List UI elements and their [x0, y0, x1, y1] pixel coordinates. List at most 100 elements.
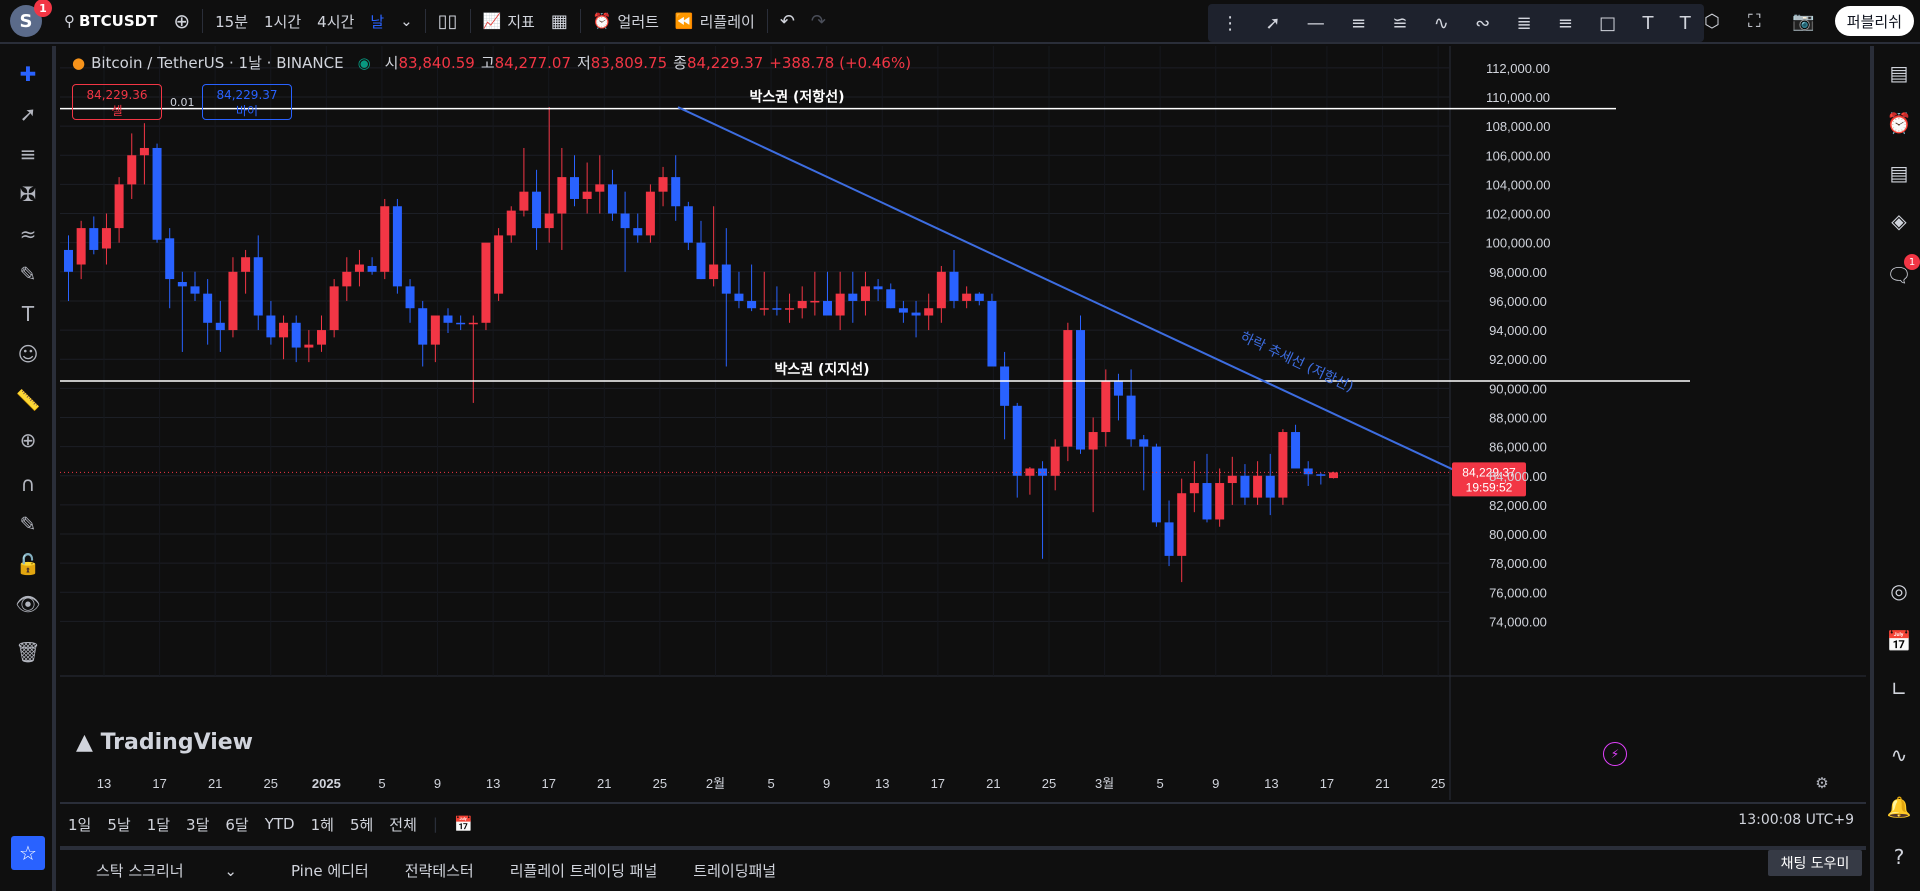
fib-icon[interactable]: ≌	[1392, 13, 1407, 34]
range-5y[interactable]: 5헤	[350, 814, 373, 835]
range-6m[interactable]: 6달	[225, 814, 248, 835]
price-tick-label: 110,000.00	[1486, 90, 1550, 105]
replay-button[interactable]: ⏪ 리플레이	[667, 0, 763, 43]
ruler-icon[interactable]: 📏	[14, 386, 42, 414]
price-tick-label: 98,000.00	[1489, 265, 1547, 280]
text-icon[interactable]: T	[1642, 13, 1653, 34]
tab-trading-panel[interactable]: 트레이딩패널	[693, 860, 776, 881]
trend-line-tool-icon[interactable]: ➚	[14, 100, 42, 128]
candle-body	[1050, 446, 1060, 476]
candle-body	[1316, 474, 1326, 476]
watchlist-icon[interactable]: ▤	[1884, 58, 1914, 88]
favorites-star-icon[interactable]: ☆	[11, 836, 45, 870]
candle-body	[1202, 483, 1212, 520]
layers-icon[interactable]: ◈	[1884, 206, 1914, 236]
zoom-in-icon[interactable]: ⊕	[14, 426, 42, 454]
candle-body	[620, 213, 630, 229]
symbol-title[interactable]: Bitcoin / TetherUS · 1날 · BINANCE	[91, 52, 343, 73]
pattern-tool-icon[interactable]: ✠	[14, 180, 42, 208]
symbol-search-button[interactable]: ⚲ BTCUSDT	[56, 0, 165, 43]
alerts-clock-icon[interactable]: ⏰	[1884, 108, 1914, 138]
range-1d[interactable]: 1일	[68, 814, 91, 835]
text-tool-icon[interactable]: T	[14, 300, 42, 328]
interval-dropdown[interactable]: ⌄	[392, 0, 421, 43]
chevron-down-icon: ⌄	[224, 862, 237, 880]
clock-timezone[interactable]: 13:00:08 UTC+9	[1738, 812, 1854, 828]
price-chart[interactable]: 박스권 (저항선)박스권 (지지선) 하락 추세선 (저항선)84,229.371…	[60, 46, 1866, 800]
chart-type-button[interactable]: ▯▯	[430, 0, 466, 43]
sell-button[interactable]: 84,229.36 셀	[72, 84, 162, 120]
settings-button[interactable]: ⬡	[1696, 0, 1728, 43]
candle-body	[291, 322, 301, 348]
price-tick-label: 100,000.00	[1485, 236, 1550, 251]
lock-icon[interactable]: 🔓	[14, 550, 42, 578]
range-1y[interactable]: 1헤	[311, 814, 334, 835]
text-plus-icon[interactable]: T	[1680, 13, 1691, 34]
fib-retracement-icon[interactable]: ≡	[14, 140, 42, 168]
redo-button[interactable]: ↷	[803, 0, 834, 43]
candle-body	[683, 206, 693, 243]
brush-icon[interactable]: ✎	[14, 260, 42, 288]
interval-1h[interactable]: 1시간	[256, 0, 309, 43]
tradingview-logo[interactable]: ▲ TradingView	[76, 730, 253, 755]
candle-body	[924, 308, 934, 316]
candle-body	[1189, 483, 1199, 494]
ruler-lines-icon[interactable]: ≣	[1516, 13, 1531, 34]
goto-date-calendar-icon[interactable]: 📅	[454, 815, 473, 833]
tab-replay-trading-panel[interactable]: 리플레이 트레이딩 패널	[510, 860, 658, 881]
user-avatar[interactable]: S 1	[10, 0, 52, 37]
horizontal-ray-icon[interactable]: —	[1307, 13, 1325, 34]
range-1m[interactable]: 1달	[147, 814, 170, 835]
target-icon[interactable]: ◎	[1884, 576, 1914, 606]
snapshot-button[interactable]: 📷	[1784, 0, 1822, 43]
fullscreen-button[interactable]: ⛶	[1740, 0, 1769, 43]
rectangle-icon[interactable]: □	[1599, 13, 1616, 34]
trend-line-icon[interactable]: ➚	[1265, 13, 1280, 34]
tab-pine-editor[interactable]: Pine 에디터	[291, 860, 369, 881]
interval-15m[interactable]: 15분	[207, 0, 256, 43]
draw-lock-pencil-icon[interactable]: ✎	[14, 510, 42, 538]
indicators-button[interactable]: 📈 지표	[475, 0, 543, 43]
coin-icon: ●	[72, 53, 86, 72]
indicators-icon: 📈	[482, 12, 502, 30]
range-3m[interactable]: 3달	[186, 814, 209, 835]
abcd-icon[interactable]: ∾	[1475, 13, 1490, 34]
range-ytd[interactable]: YTD	[265, 815, 295, 833]
crosshair-icon[interactable]: ✚	[14, 60, 42, 88]
range-all[interactable]: 전체	[389, 814, 417, 835]
calendar-icon[interactable]: 📅	[1884, 626, 1914, 656]
object-tree-icon[interactable]: ▤	[1884, 158, 1914, 188]
bell-icon[interactable]: 🔔	[1884, 792, 1914, 822]
undo-button[interactable]: ↶	[772, 0, 803, 43]
tab-strategy-tester[interactable]: 전략테스터	[405, 860, 474, 881]
chat-icon[interactable]: 🗨 1	[1884, 254, 1920, 290]
trash-icon[interactable]: 🗑	[14, 638, 42, 666]
broadcast-icon[interactable]: ∿	[1884, 740, 1914, 770]
emoji-icon[interactable]: ☺	[14, 340, 42, 368]
drag-handle-icon[interactable]: ⋮	[1221, 13, 1239, 34]
chat-assistant-button[interactable]: 채팅 도우미	[1768, 850, 1862, 876]
layout-button[interactable]: ▦	[543, 0, 576, 43]
magnet-icon[interactable]: ∩	[14, 470, 42, 498]
interval-4h[interactable]: 4시간	[309, 0, 362, 43]
support-label: 박스권 (지지선)	[775, 361, 870, 378]
parallel-channel-icon[interactable]: ≡	[1351, 13, 1366, 34]
chart-line-icon[interactable]: ∟	[1884, 674, 1914, 704]
tab-stock-screener[interactable]: 스탁 스크리너 ⌄	[78, 860, 255, 881]
candle-body	[582, 191, 592, 199]
interval-1d[interactable]: 날	[362, 0, 392, 43]
candle-body	[633, 228, 643, 236]
compare-symbol-button[interactable]: ⊕	[165, 0, 198, 43]
pattern-icon[interactable]: ∿	[1434, 13, 1449, 34]
range-5d[interactable]: 5날	[107, 814, 130, 835]
eye-icon[interactable]: 👁	[14, 590, 42, 618]
help-icon[interactable]: ?	[1884, 842, 1914, 872]
lightning-icon[interactable]: ⚡	[1603, 742, 1627, 766]
symbol-label: BTCUSDT	[79, 12, 158, 30]
alert-button[interactable]: ⏰ 얼러트	[585, 0, 667, 43]
candle-body	[1076, 330, 1085, 450]
prediction-tool-icon[interactable]: ≈	[14, 220, 42, 248]
gann-icon[interactable]: ≡	[1558, 13, 1573, 34]
publish-button[interactable]: 퍼블리쉬	[1834, 6, 1914, 36]
buy-button[interactable]: 84,229.37 바이	[202, 84, 292, 120]
